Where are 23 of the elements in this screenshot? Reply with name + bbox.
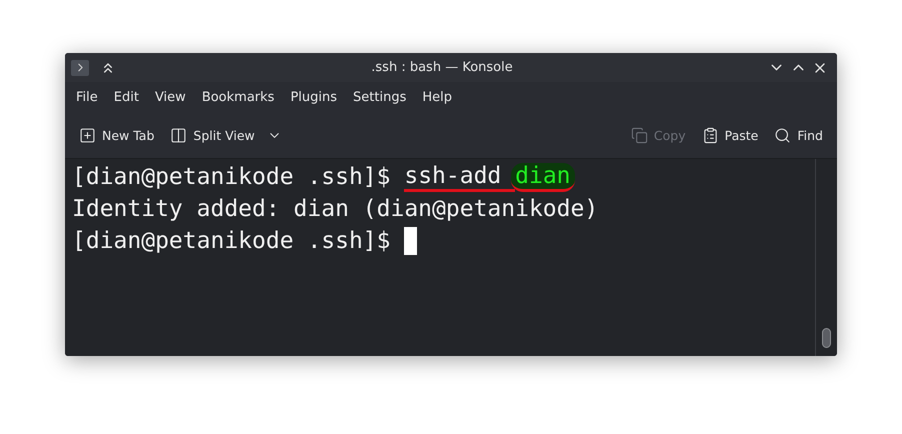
search-icon <box>774 126 792 144</box>
find-button[interactable]: Find <box>768 122 829 148</box>
shell-prompt: [dian@petanikode .ssh]$ <box>72 228 390 254</box>
menu-item[interactable]: View <box>146 90 194 104</box>
menu-item[interactable]: File <box>68 90 106 104</box>
menu-item[interactable]: Bookmarks <box>194 90 282 104</box>
shell-prompt: [dian@petanikode .ssh]$ <box>72 164 390 190</box>
scrollbar-thumb[interactable] <box>822 328 831 348</box>
split-view-button[interactable]: Split View <box>164 122 288 148</box>
window-title: .ssh : bash — Konsole <box>370 60 514 75</box>
new-tab-icon <box>79 126 96 144</box>
menu-item[interactable]: Help <box>414 90 460 104</box>
copy-icon <box>630 126 648 144</box>
clipboard-icon <box>702 126 719 144</box>
menu-item[interactable]: Edit <box>106 90 147 104</box>
terminal-app-icon <box>71 60 89 76</box>
new-tab-button[interactable]: New Tab <box>73 122 160 148</box>
command-output: Identity added: dian (dian@petanikode) <box>72 196 598 222</box>
split-view-icon <box>170 126 188 144</box>
highlighted-argument: dian <box>511 162 575 192</box>
paste-button[interactable]: Paste <box>696 122 764 148</box>
menu-item[interactable]: Plugins <box>282 90 346 104</box>
menu-item[interactable]: Settings <box>345 90 414 104</box>
